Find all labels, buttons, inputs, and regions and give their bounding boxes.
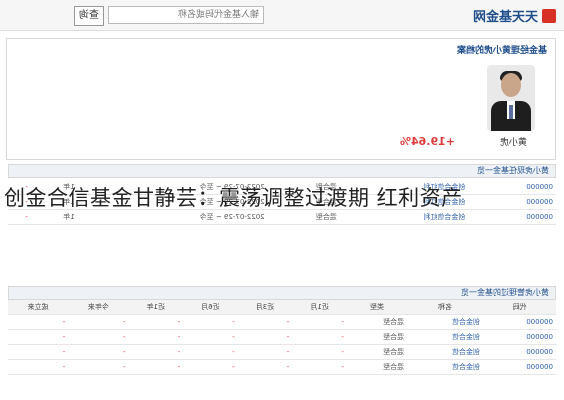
manager-profile: 基金经理黄小虎的档案 黄小虎 +19.64% xyxy=(6,38,556,160)
search-button[interactable]: 查询 xyxy=(74,6,104,26)
history-funds-table: 代码 名称 类型 近1月 近3月 近6月 近1年 今年来 成立来 000000 创金合信 混合型 - -… xyxy=(8,300,556,375)
search-input[interactable]: 输入基金代码或名称 xyxy=(108,6,264,24)
manager-name: 黄小虎 xyxy=(499,138,527,148)
profile-tab[interactable]: 基金经理黄小虎的档案 xyxy=(457,43,547,56)
headline-text: 创金合信基金甘静芸：震荡调整过渡期 红利资产 xyxy=(4,186,463,210)
table-row: 000000 创金合信 混合型 - - - - - - xyxy=(8,344,556,360)
best-return: +19.64% xyxy=(399,135,455,148)
logo-icon xyxy=(542,9,556,23)
top-bar: 天天基金网 输入基金代码或名称 查询 xyxy=(0,0,564,31)
table-row: 000000 创金合信 混合型 - - - - - - xyxy=(8,359,556,375)
table-row: 000000 创金合信 混合型 - - - - - - xyxy=(8,314,556,330)
brand-name: 天天基金网 xyxy=(472,10,538,25)
site-logo[interactable]: 天天基金网 xyxy=(473,6,556,25)
table-row: 000000 创金合信 混合型 - - - - - - xyxy=(8,329,556,345)
headline-caption: 创金合信基金甘静芸：震荡调整过渡期 红利资产 xyxy=(0,176,564,216)
manager-avatar xyxy=(487,65,535,131)
history-funds-header: 黄小虎管理过的基金一览 xyxy=(8,286,556,300)
